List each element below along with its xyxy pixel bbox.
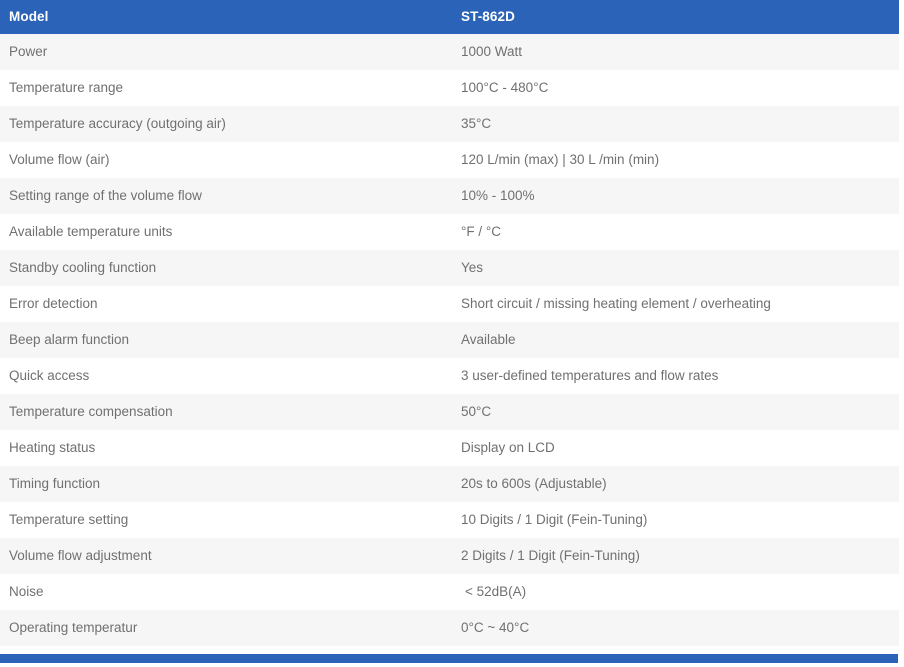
table-cell-value: 50°C — [446, 394, 899, 430]
table-cell-value: Yes — [446, 250, 899, 286]
table-row: Heating status Display on LCD — [0, 430, 899, 466]
table-row: Volume flow (air) 120 L/min (max) | 30 L … — [0, 142, 899, 178]
table-cell-value: 2 Digits / 1 Digit (Fein-Tuning) — [446, 538, 899, 574]
table-cell-label: Setting range of the volume flow — [0, 178, 446, 214]
table-row: Volume flow adjustment 2 Digits / 1 Digit… — [0, 538, 899, 574]
table-row: Setting range of the volume flow 10% - 10… — [0, 178, 899, 214]
table-cell-value: 120 L/min (max) | 30 L /min (min) — [446, 142, 899, 178]
table-cell-value: 10% - 100% — [446, 178, 899, 214]
table-cell-label: Temperature range — [0, 70, 446, 106]
table-cell-value: 35°C — [446, 106, 899, 142]
table-row: Available temperature units °F / °C — [0, 214, 899, 250]
table-cell-label: Quick access — [0, 358, 446, 394]
table-cell-value: 10 Digits / 1 Digit (Fein-Tuning) — [446, 502, 899, 538]
table-cell-label: Volume flow (air) — [0, 142, 446, 178]
table-header-row: Model ST-862D — [0, 0, 899, 34]
table-cell-label: Temperature accuracy (outgoing air) — [0, 106, 446, 142]
table-cell-value: Display on LCD — [446, 430, 899, 466]
table-cell-label: Temperature setting — [0, 502, 446, 538]
table-row: Operating temperatur 0°C ~ 40°C — [0, 610, 899, 646]
table-cell-label: Heating status — [0, 430, 446, 466]
bottom-accent-bar — [0, 654, 898, 663]
header-cell-model-value: ST-862D — [446, 0, 899, 34]
table-cell-value: 0°C ~ 40°C — [446, 610, 899, 646]
table-row: Temperature accuracy (outgoing air) 35°C — [0, 106, 899, 142]
table-cell-label: Available temperature units — [0, 214, 446, 250]
specification-table: Model ST-862D Power 1000 Watt Temperature … — [0, 0, 899, 646]
table-cell-label: Error detection — [0, 286, 446, 322]
table-cell-label: Standby cooling function — [0, 250, 446, 286]
table-cell-value: °F / °C — [446, 214, 899, 250]
table-row: Error detection Short circuit / missing h… — [0, 286, 899, 322]
table-row: Noise < 52dB(A) — [0, 574, 899, 610]
table-body: Power 1000 Watt Temperature range 100°C - 4… — [0, 34, 899, 646]
table-cell-value: 1000 Watt — [446, 34, 899, 70]
table-cell-label: Power — [0, 34, 446, 70]
table-cell-label: Beep alarm function — [0, 322, 446, 358]
header-cell-model: Model — [0, 0, 446, 34]
table-cell-label: Operating temperatur — [0, 610, 446, 646]
table-bottom-gap — [0, 646, 899, 654]
table-row: Standby cooling function Yes — [0, 250, 899, 286]
table-row: Power 1000 Watt — [0, 34, 899, 70]
table-cell-value: 3 user-defined temperatures and flow rat… — [446, 358, 899, 394]
specification-table-panel: Model ST-862D Power 1000 Watt Temperature … — [0, 0, 904, 667]
table-row: Quick access 3 user-defined temperatures … — [0, 358, 899, 394]
table-cell-label: Noise — [0, 574, 446, 610]
table-cell-label: Timing function — [0, 466, 446, 502]
table-cell-value: Available — [446, 322, 899, 358]
table-row: Timing function 20s to 600s (Adjustable) — [0, 466, 899, 502]
table-cell-value: 100°C - 480°C — [446, 70, 899, 106]
table-row: Temperature compensation 50°C — [0, 394, 899, 430]
table-cell-value: 20s to 600s (Adjustable) — [446, 466, 899, 502]
table-cell-label: Temperature compensation — [0, 394, 446, 430]
table-row: Temperature range 100°C - 480°C — [0, 70, 899, 106]
table-cell-label: Volume flow adjustment — [0, 538, 446, 574]
table-head: Model ST-862D — [0, 0, 899, 34]
table-row: Temperature setting 10 Digits / 1 Digit (… — [0, 502, 899, 538]
table-row: Beep alarm function Available — [0, 322, 899, 358]
table-cell-value: < 52dB(A) — [446, 574, 899, 610]
table-cell-value: Short circuit / missing heating element … — [446, 286, 899, 322]
